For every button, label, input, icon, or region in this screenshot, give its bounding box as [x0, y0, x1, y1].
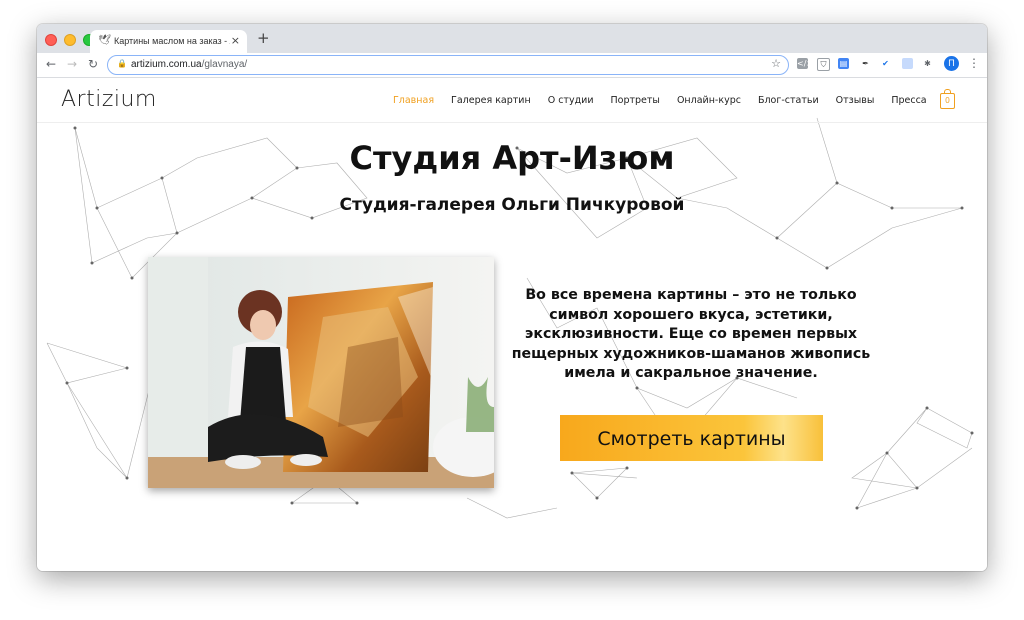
lock-icon: 🔒 [117, 59, 127, 68]
extension-doc-icon[interactable] [902, 58, 913, 69]
tab-title: Картины маслом на заказ - А [114, 36, 230, 46]
site-header: Artizium Главная Галерея картин О студии… [37, 78, 987, 123]
bookmark-star-icon[interactable]: ☆ [771, 57, 781, 70]
tab-bar: 🕊 Картины маслом на заказ - А × + [37, 24, 987, 53]
nav-item-online-course[interactable]: Онлайн-курс [677, 95, 741, 106]
nav-item-reviews[interactable]: Отзывы [836, 95, 875, 106]
extension-translate-icon[interactable]: ▤ [838, 58, 849, 69]
nav-item-gallery[interactable]: Галерея картин [451, 95, 531, 106]
forward-icon[interactable]: → [67, 57, 77, 71]
extension-check-icon[interactable]: ✔ [880, 58, 891, 69]
site-logo[interactable]: Artizium [61, 87, 157, 112]
browser-menu-icon[interactable]: ⋮ [968, 56, 980, 70]
address-bar[interactable]: 🔒 artizium.com.ua/glavnaya/ ☆ [107, 55, 789, 75]
nav-item-press[interactable]: Пресса [891, 95, 926, 106]
main-nav: Главная Галерея картин О студии Портреты… [393, 95, 944, 106]
cart-count: 0 [945, 96, 950, 105]
nav-item-blog[interactable]: Блог-статьи [758, 95, 819, 106]
close-icon[interactable]: × [231, 34, 240, 47]
extension-pen-icon[interactable]: ✒ [860, 58, 871, 69]
view-paintings-button[interactable]: Смотреть картины [560, 415, 823, 461]
nav-item-portraits[interactable]: Портреты [611, 95, 660, 106]
extension-code-icon[interactable]: </> [797, 58, 813, 69]
browser-window: 🕊 Картины маслом на заказ - А × + ← → ↻ … [37, 24, 987, 571]
hero-description: Во все времена картины – это не только с… [511, 287, 871, 381]
new-tab-button[interactable]: + [257, 29, 270, 47]
bird-icon: 🕊 [98, 35, 111, 46]
browser-toolbar: ← → ↻ 🔒 artizium.com.ua/glavnaya/ ☆ </> … [37, 53, 987, 78]
close-window-button[interactable] [45, 34, 57, 46]
extension-shield-icon[interactable]: ⛉ [817, 58, 830, 71]
nav-item-about[interactable]: О студии [548, 95, 594, 106]
artist-photo [148, 257, 494, 488]
hero-title: Студия Арт-Изюм [349, 139, 675, 177]
web-page: Artizium Главная Галерея картин О студии… [37, 78, 987, 571]
browser-tab[interactable]: 🕊 Картины маслом на заказ - А × [90, 30, 247, 53]
window-controls [45, 34, 95, 46]
back-icon[interactable]: ← [46, 57, 56, 71]
url-text: artizium.com.ua/glavnaya/ [131, 59, 248, 70]
profile-avatar[interactable]: П [944, 56, 959, 71]
extensions-puzzle-icon[interactable]: ✱ [922, 58, 933, 69]
reload-icon[interactable]: ↻ [88, 57, 98, 71]
hero-subtitle: Студия-галерея Ольги Пичкуровой [339, 195, 685, 215]
nav-item-home[interactable]: Главная [393, 95, 434, 106]
minimize-window-button[interactable] [64, 34, 76, 46]
cart-bag-icon[interactable]: 0 [940, 89, 955, 109]
